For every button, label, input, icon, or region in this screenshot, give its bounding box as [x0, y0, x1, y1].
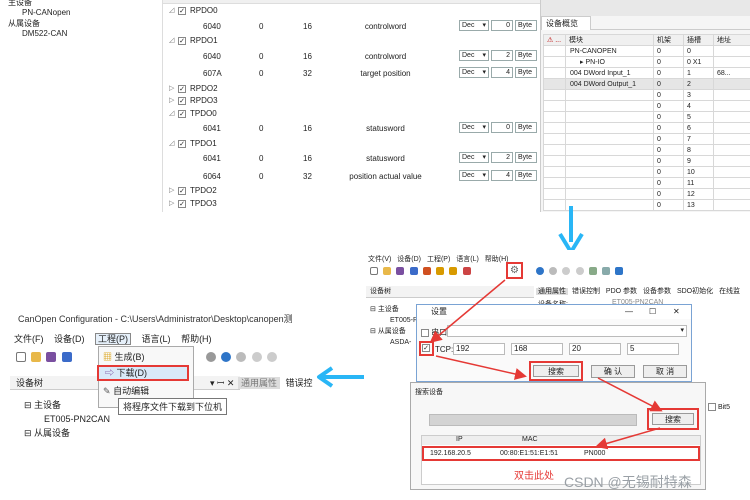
arrow-gear-to-tcp — [429, 279, 506, 343]
arrow-search-to-button — [597, 377, 663, 412]
watermark: CSDN @无锡耐特森 — [564, 474, 692, 490]
annotation-arrows — [429, 279, 663, 450]
arrow-button-to-row — [595, 427, 661, 450]
arrow-tcp-to-search — [435, 355, 527, 380]
